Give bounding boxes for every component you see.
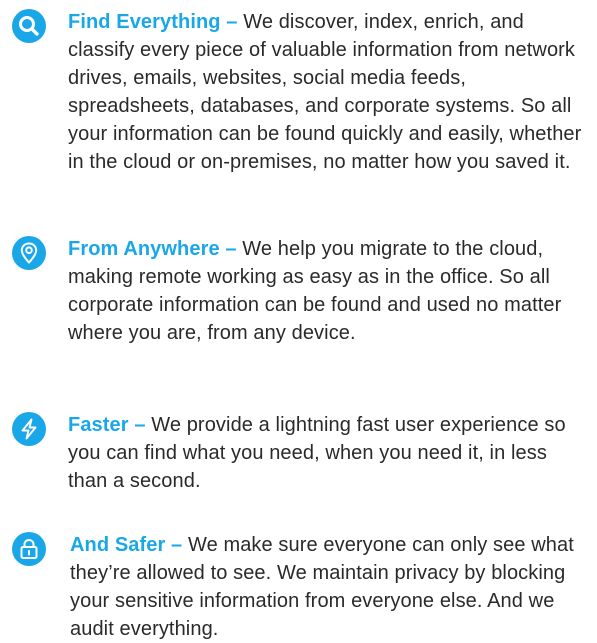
search-icon	[12, 9, 46, 43]
feature-separator: –	[134, 414, 146, 436]
feature-title: From Anywhere	[68, 238, 220, 260]
feature-description: And Safer – We make sure everyone can on…	[70, 531, 590, 643]
feature-description: From Anywhere – We help you migrate to t…	[68, 235, 588, 347]
feature-title: And Safer	[70, 534, 166, 556]
location-pin-icon	[12, 236, 46, 270]
feature-title: Faster	[68, 414, 129, 436]
feature-separator: –	[226, 11, 238, 33]
feature-separator: –	[171, 534, 183, 556]
feature-title: Find Everything	[68, 11, 221, 33]
feature-description: Find Everything – We discover, index, en…	[68, 8, 588, 176]
feature-separator: –	[225, 238, 237, 260]
feature-body: We discover, index, enrich, and classify…	[68, 11, 582, 173]
lock-icon	[12, 532, 46, 566]
feature-description: Faster – We provide a lightning fast use…	[68, 411, 588, 495]
lightning-icon	[12, 412, 46, 446]
